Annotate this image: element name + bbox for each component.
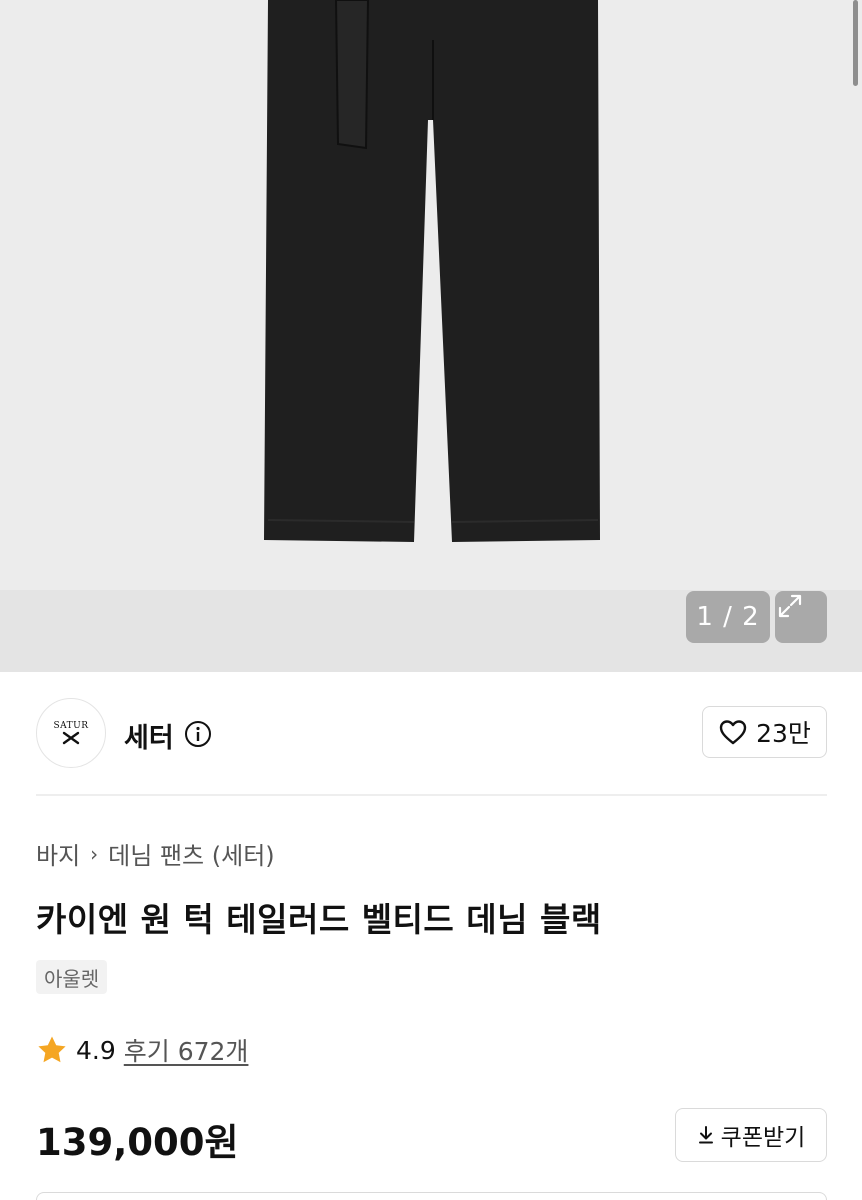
product-image-gallery[interactable]: 1 / 2: [0, 0, 862, 672]
rating-value: 4.9: [76, 1035, 116, 1065]
brand-row: SATUR 세터 23만: [36, 698, 827, 770]
download-icon: [698, 1126, 713, 1144]
breadcrumb-subcategory[interactable]: 데님 팬츠 (세터): [108, 836, 274, 871]
coupon-button[interactable]: 쿠폰받기: [675, 1108, 827, 1162]
info-icon[interactable]: [184, 720, 212, 748]
star-icon: [38, 1036, 66, 1063]
brand-logo-mark: [62, 731, 80, 745]
product-photo-denim-pants: [0, 0, 862, 672]
product-title: 카이엔 원 턱 테일러드 벨티드 데님 블랙: [36, 900, 602, 939]
chevron-right-icon: ›: [90, 841, 99, 866]
brand-name[interactable]: 세터: [124, 716, 174, 755]
expand-button[interactable]: [775, 591, 827, 643]
review-link[interactable]: 후기 672개: [124, 1032, 249, 1068]
rating-row: 4.9 후기 672개: [36, 1032, 248, 1068]
breadcrumb-category[interactable]: 바지: [36, 836, 80, 871]
image-counter: 1 / 2: [686, 591, 770, 643]
expand-icon: [778, 594, 802, 618]
divider: [36, 794, 827, 796]
outlet-badge: 아울렛: [36, 960, 108, 994]
brand-logo-text: SATUR: [53, 721, 89, 731]
like-count: 23만: [756, 719, 811, 748]
scrollbar[interactable]: [853, 0, 858, 86]
next-section-edge: [36, 1192, 827, 1200]
like-button[interactable]: 23만: [702, 706, 827, 758]
brand-logo[interactable]: SATUR: [36, 698, 106, 768]
product-price: 139,000원: [36, 1121, 239, 1164]
breadcrumb: 바지 › 데님 팬츠 (세터): [36, 836, 275, 871]
heart-icon: [719, 720, 747, 745]
coupon-label: 쿠폰받기: [720, 1125, 806, 1151]
